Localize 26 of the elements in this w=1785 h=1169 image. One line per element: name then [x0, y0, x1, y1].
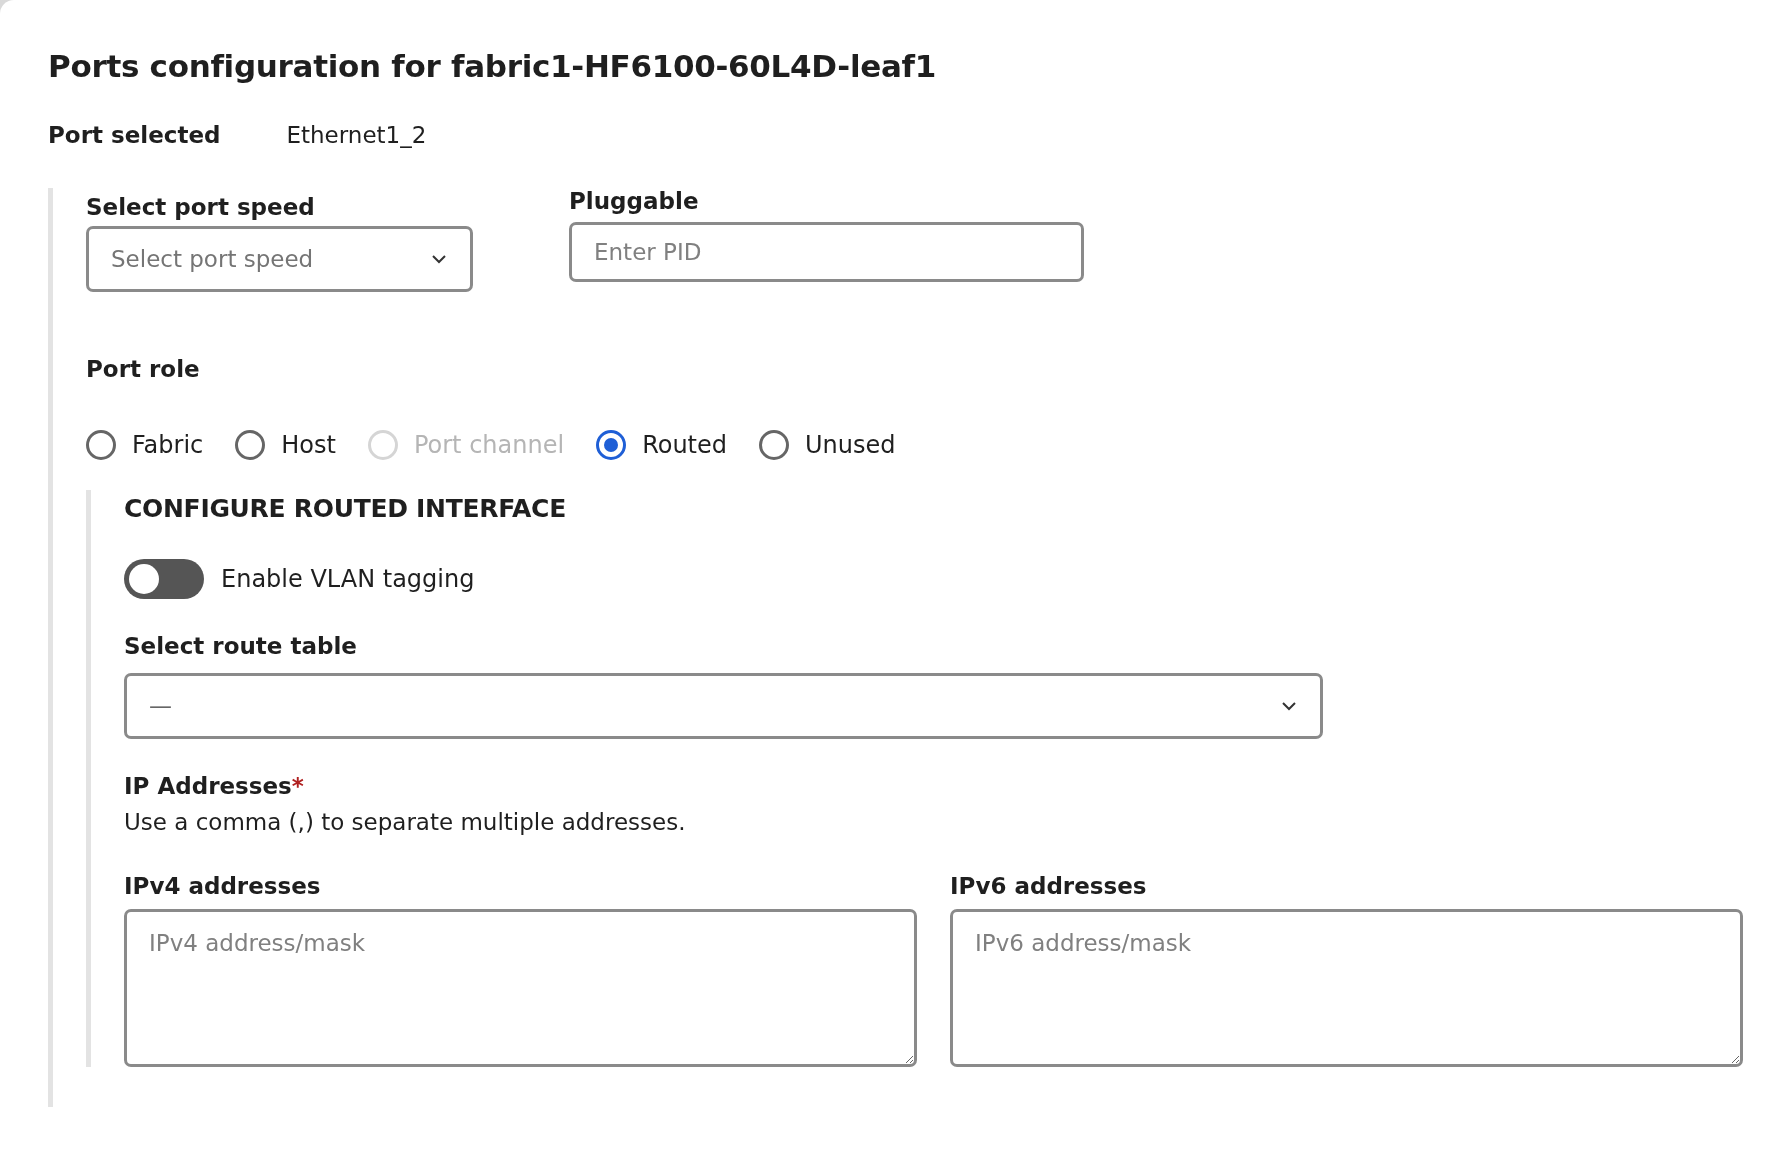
port-speed-dropdown[interactable]: Select port speed — [86, 226, 473, 292]
ip-field-label: IPv4 addresses — [124, 873, 322, 899]
port-role-radio[interactable]: Fabric — [86, 430, 204, 460]
route-table-label: Select route table — [124, 633, 357, 659]
ip-field-label: IPv6 addresses — [950, 873, 1148, 899]
ip-addresses-label: IP Addresses — [124, 773, 292, 799]
ip-address-textarea[interactable]: IPv4 address/mask — [124, 909, 917, 1067]
chevron-down-icon — [1280, 700, 1298, 712]
port-role-radio[interactable]: Unused — [759, 430, 896, 460]
required-mark: * — [291, 773, 304, 799]
port-role-radio[interactable]: Routed — [596, 430, 728, 460]
pluggable-label: Pluggable — [569, 188, 700, 214]
dialog-title: Ports configuration for fabric1-HF6100-60L4D-leaf1 — [48, 48, 937, 84]
port-role-radio[interactable]: Host — [235, 430, 336, 460]
section-heading: CONFIGURE ROUTED INTERFACE — [124, 494, 566, 523]
port-selected-value: Ethernet1_2 — [286, 122, 427, 148]
port-selected-label: Port selected — [48, 122, 221, 148]
ip-address-textarea[interactable]: IPv6 address/mask — [950, 909, 1743, 1067]
route-table-dropdown[interactable]: — — [124, 673, 1323, 739]
port-role-label: Port role — [86, 356, 200, 382]
chevron-down-icon — [430, 253, 448, 265]
help-text: Use a comma (,) to separate multiple addresses. — [124, 809, 686, 835]
pluggable-input[interactable]: Enter PID — [569, 222, 1084, 282]
vlan-toggle[interactable] — [124, 559, 204, 599]
port-speed-label: Select port speed — [86, 194, 316, 220]
vlan-toggle-label: Enable VLAN tagging — [221, 565, 475, 593]
